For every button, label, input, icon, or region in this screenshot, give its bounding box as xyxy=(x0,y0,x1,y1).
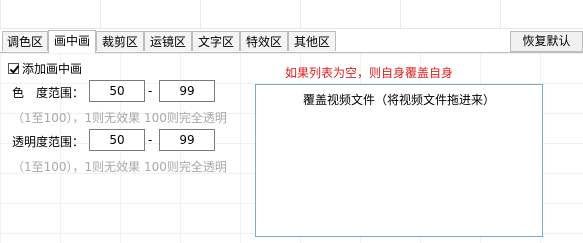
tab-crop[interactable]: 裁剪区 xyxy=(96,31,144,51)
tab-other[interactable]: 其他区 xyxy=(288,31,336,51)
color-range-label: 色 度范围： xyxy=(12,86,85,100)
overlay-video-list-header: 覆盖视频文件（将视频文件拖进来） xyxy=(302,93,495,107)
tab-effects[interactable]: 特效区 xyxy=(240,31,288,51)
color-range-hint: （1至100），1则无效果 100则完全透明 xyxy=(12,111,227,125)
top-strip xyxy=(0,0,583,29)
color-range-max-input[interactable]: 99 xyxy=(159,80,215,102)
tab-camera-label: 运镜区 xyxy=(149,35,186,49)
opacity-range-min-input[interactable]: 50 xyxy=(89,129,145,151)
tab-color-label: 调色区 xyxy=(6,35,43,49)
tab-text-label: 文字区 xyxy=(197,35,234,49)
tab-crop-label: 裁剪区 xyxy=(101,35,138,49)
opacity-range-label: 透明度范围： xyxy=(12,135,85,149)
tab-pip[interactable]: 画中画 xyxy=(48,30,96,53)
tab-text[interactable]: 文字区 xyxy=(192,31,240,51)
add-pip-label: 添加画中画 xyxy=(22,61,83,76)
tab-camera[interactable]: 运镜区 xyxy=(144,31,192,51)
color-range-separator: - xyxy=(148,84,153,98)
tab-color[interactable]: 调色区 xyxy=(2,31,48,51)
restore-defaults-button[interactable]: 恢复默认 xyxy=(510,31,583,52)
tab-pip-label: 画中画 xyxy=(53,34,90,48)
add-pip-checkbox-row[interactable]: 添加画中画 xyxy=(8,60,82,76)
tab-bar: 调色区 画中画 裁剪区 运镜区 文字区 特效区 其他区 xyxy=(0,30,583,53)
opacity-range-max-input[interactable]: 99 xyxy=(159,129,215,151)
tab-effects-label: 特效区 xyxy=(245,35,282,49)
empty-list-warning: 如果列表为空，则自身覆盖自身 xyxy=(285,66,454,80)
opacity-range-hint: （1至100），1则无效果 100则完全透明 xyxy=(12,160,227,174)
opacity-range-separator: - xyxy=(148,133,153,147)
color-range-min-input[interactable]: 50 xyxy=(89,80,145,102)
tab-other-label: 其他区 xyxy=(293,35,330,49)
add-pip-checkbox[interactable] xyxy=(8,62,19,74)
overlay-video-list[interactable]: 覆盖视频文件（将视频文件拖进来） xyxy=(255,84,543,237)
